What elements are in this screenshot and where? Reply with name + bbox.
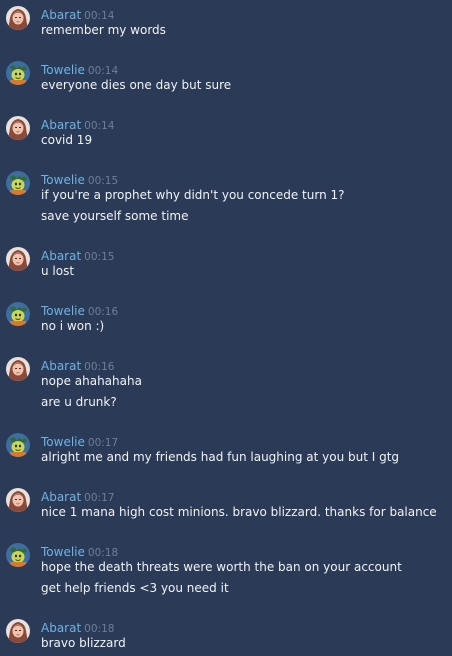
message-text: if you're a prophet why didn't you conce… <box>41 188 345 202</box>
abarat-avatar-icon[interactable] <box>6 116 30 140</box>
message-text: are u drunk? <box>41 395 117 409</box>
username-abarat[interactable]: Abarat <box>41 621 81 635</box>
message-header: Abarat 00:15 <box>41 247 114 263</box>
message-header: Abarat 00:14 <box>41 6 114 22</box>
abarat-avatar-icon[interactable] <box>6 488 30 512</box>
towelie-avatar-icon[interactable] <box>6 433 30 457</box>
message-header: Towelie 00:18 <box>41 543 118 559</box>
message-text: covid 19 <box>41 133 93 147</box>
message-timestamp: 00:17 <box>87 437 119 449</box>
username-towelie[interactable]: Towelie <box>41 173 85 187</box>
message-text: u lost <box>41 264 75 278</box>
message-header: Towelie 00:14 <box>41 61 118 77</box>
message-timestamp: 00:16 <box>84 361 115 373</box>
username-towelie[interactable]: Towelie <box>41 304 85 318</box>
message-timestamp: 00:18 <box>87 547 119 559</box>
abarat-avatar-icon[interactable] <box>6 6 30 30</box>
message-timestamp: 00:14 <box>84 10 115 22</box>
towelie-avatar-icon[interactable] <box>6 61 30 85</box>
username-abarat[interactable]: Abarat <box>41 490 81 504</box>
message-timestamp: 00:18 <box>84 623 115 635</box>
username-towelie[interactable]: Towelie <box>41 545 85 559</box>
message-timestamp: 00:14 <box>84 120 115 132</box>
message-text: remember my words <box>41 23 166 37</box>
username-towelie[interactable]: Towelie <box>41 435 85 449</box>
message-text: hope the death threats were worth the ba… <box>41 560 402 574</box>
message-header: Abarat 00:14 <box>41 116 114 132</box>
message-text: nice 1 mana high cost minions. bravo bli… <box>41 505 437 519</box>
message-text: alright me and my friends had fun laughi… <box>41 450 400 464</box>
message-text: bravo blizzard <box>41 636 126 650</box>
message-header: Towelie 00:16 <box>41 302 118 318</box>
message-text: no i won :) <box>41 319 105 333</box>
message-header: Abarat 00:16 <box>41 357 114 373</box>
message-header: Towelie 00:17 <box>41 433 118 449</box>
towelie-avatar-icon[interactable] <box>6 302 30 326</box>
message-timestamp: 00:14 <box>87 65 119 77</box>
abarat-avatar-icon[interactable] <box>6 619 30 643</box>
abarat-avatar-icon[interactable] <box>6 247 30 271</box>
username-abarat[interactable]: Abarat <box>41 359 81 373</box>
message-text: get help friends <3 you need it <box>41 581 229 595</box>
message-timestamp: 00:15 <box>87 175 119 187</box>
towelie-avatar-icon[interactable] <box>6 543 30 567</box>
message-header: Towelie 00:15 <box>41 171 118 187</box>
message-timestamp: 00:17 <box>84 492 115 504</box>
username-abarat[interactable]: Abarat <box>41 118 81 132</box>
message-header: Abarat 00:18 <box>41 619 114 635</box>
abarat-avatar-icon[interactable] <box>6 357 30 381</box>
username-abarat[interactable]: Abarat <box>41 8 81 22</box>
chat-log: Abarat 00:14 remember my words Towelie 00:14… <box>0 0 452 656</box>
message-timestamp: 00:15 <box>84 251 115 263</box>
username-towelie[interactable]: Towelie <box>41 63 85 77</box>
message-text: everyone dies one day but sure <box>41 78 232 92</box>
message-timestamp: 00:16 <box>87 306 119 318</box>
towelie-avatar-icon[interactable] <box>6 171 30 195</box>
message-text: save yourself some time <box>41 209 189 223</box>
message-text: nope ahahahaha <box>41 374 142 388</box>
message-header: Abarat 00:17 <box>41 488 114 504</box>
username-abarat[interactable]: Abarat <box>41 249 81 263</box>
